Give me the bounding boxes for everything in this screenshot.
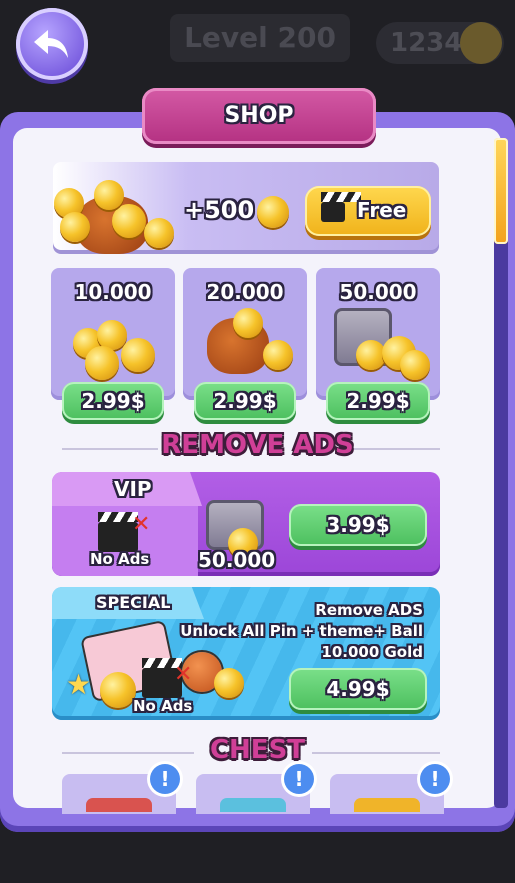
free-button[interactable]: Free — [305, 186, 431, 236]
coin-pack[interactable]: 50.000 — [316, 268, 440, 400]
alert-icon: ! — [420, 764, 450, 794]
special-line-remove-ads: Remove ADS — [315, 601, 423, 619]
coin-pack-amount: 50.000 — [339, 280, 417, 304]
alert-icon: ! — [150, 764, 180, 794]
special-price: 4.99$ — [326, 677, 390, 701]
no-ads-x-icon: ✕ — [174, 662, 193, 687]
vip-tag: VIP — [52, 472, 202, 506]
remove-ads-heading: REMOVE ADS — [161, 430, 354, 460]
no-ads-x-icon: ✕ — [132, 512, 151, 537]
special-no-ads-label: No Ads — [133, 697, 193, 715]
shop-title: SHOP — [224, 103, 294, 128]
vip-price: 3.99$ — [326, 513, 390, 537]
coin-pack[interactable]: 20.000 — [183, 268, 307, 400]
buy-button[interactable]: 2.99$ — [194, 382, 296, 420]
coin-pack[interactable]: 10.000 — [51, 268, 175, 400]
coin-pack-amount: 10.000 — [74, 280, 152, 304]
coin-icon — [257, 196, 289, 228]
level-indicator: Level 200 — [170, 14, 350, 62]
chest-icon — [86, 798, 152, 812]
buy-button[interactable]: 2.99$ — [326, 382, 430, 420]
shop-title-tab: SHOP — [142, 88, 376, 144]
chest-heading: CHEST — [209, 735, 306, 765]
coin-balance: 12345 — [376, 22, 504, 64]
special-line-gold: 10.000 Gold — [321, 643, 423, 661]
coin-pack-amount: 20.000 — [206, 280, 284, 304]
buy-button-price: 2.99$ — [81, 389, 145, 413]
buy-button-price: 2.99$ — [346, 389, 410, 413]
vip-no-ads-label: No Ads — [90, 550, 150, 568]
vip-buy-button[interactable]: 3.99$ — [289, 504, 427, 546]
vip-bonus-amount: 50.000 — [198, 548, 276, 572]
buy-button-price: 2.99$ — [213, 389, 277, 413]
chest-icon — [220, 798, 286, 812]
special-line-unlock: Unlock All Pin + theme+ Ball — [180, 622, 423, 640]
special-tag-label: SPECIAL — [96, 593, 171, 612]
video-ad-icon — [321, 192, 361, 222]
free-coins-amount: +500 — [184, 196, 255, 224]
special-tag: SPECIAL — [52, 587, 204, 619]
free-button-label: Free — [357, 198, 407, 222]
scrollbar-thumb[interactable] — [494, 138, 508, 244]
buy-button[interactable]: 2.99$ — [62, 382, 164, 420]
coin-icon — [460, 22, 502, 64]
vip-tag-label: VIP — [114, 477, 152, 501]
back-arrow-icon — [34, 30, 68, 58]
back-button[interactable] — [16, 8, 88, 80]
alert-icon: ! — [284, 764, 314, 794]
special-buy-button[interactable]: 4.99$ — [289, 668, 427, 710]
gold-bag-art — [54, 168, 179, 254]
chest-icon — [354, 798, 420, 812]
